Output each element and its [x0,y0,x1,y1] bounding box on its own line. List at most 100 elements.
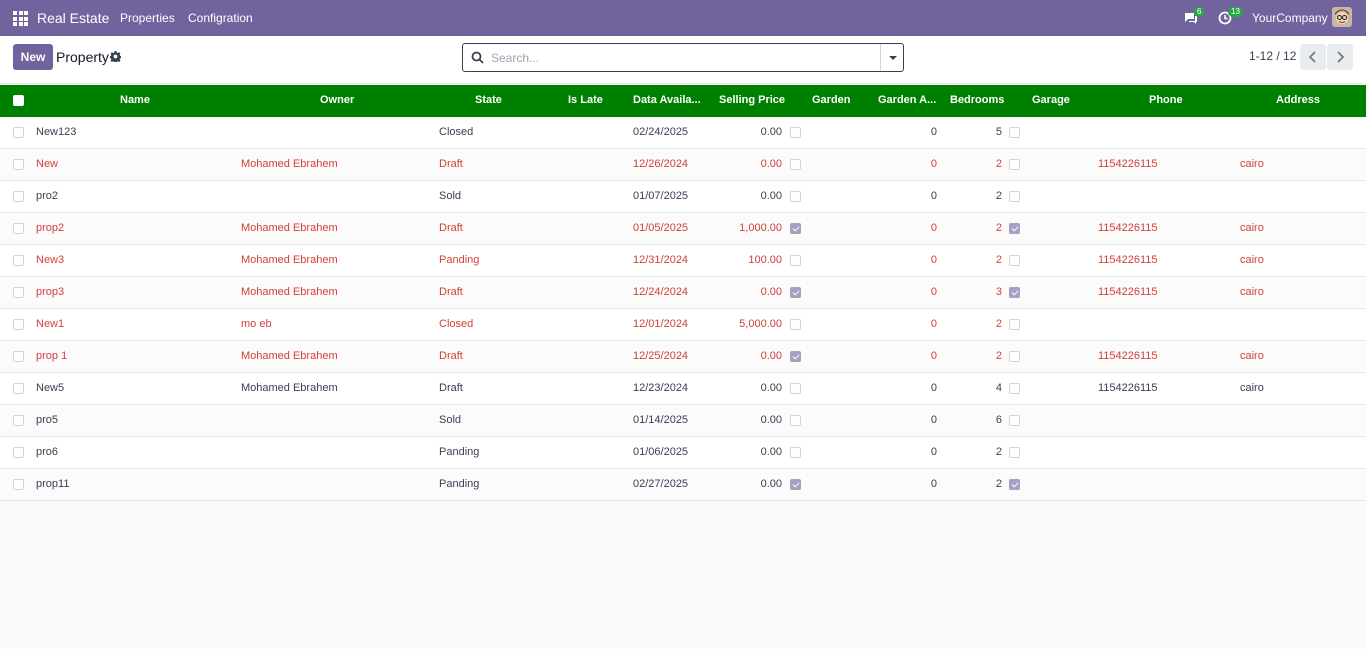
menu-item-configration[interactable]: Configration [188,11,253,25]
pager-value[interactable]: 1-12 / 12 [1249,49,1296,63]
row-select-checkbox[interactable] [13,223,24,234]
column-header-owner[interactable]: Owner [320,94,354,106]
row-select-checkbox[interactable] [13,415,24,426]
cell-date-available: 12/26/2024 [633,158,689,170]
search-options-toggle[interactable] [880,44,903,71]
cell-garden-area: 0 [930,158,937,170]
new-button[interactable]: New [13,44,53,70]
column-header-address[interactable]: Address [1276,94,1320,106]
garden-checkbox [790,415,801,426]
cell-name: prop2 [36,222,65,234]
table-row[interactable]: pro6 Panding 01/06/2025 0.00 0 2 [0,437,1366,469]
messages-icon[interactable]: 6 [1184,7,1205,25]
cell-selling-price: 0.00 [760,190,782,202]
cell-state: Closed [439,318,474,330]
cell-owner: Mohamed Ebrahem [241,158,338,170]
column-header-name[interactable]: Name [120,94,150,106]
cell-garden-area: 0 [930,446,937,458]
garden-checkbox [790,447,801,458]
cell-selling-price: 0.00 [760,414,782,426]
table-row[interactable]: prop3 Mohamed Ebrahem Draft 12/24/2024 11542… [0,277,1366,309]
menu-item-properties[interactable]: Properties [120,11,175,25]
cell-address: cairo [1240,382,1264,394]
control-panel: New Property 1-12 / 12 [0,36,1366,84]
pager-next-button[interactable] [1327,44,1353,70]
garage-checkbox [1009,319,1020,330]
row-select-checkbox[interactable] [13,191,24,202]
select-all-checkbox[interactable] [13,95,24,106]
cell-phone: 1154226115 [1098,286,1158,298]
cell-state: Draft [439,350,463,362]
cell-state: Draft [439,382,463,394]
cell-selling-price: 0.00 [760,478,782,490]
cell-name: New [36,158,59,170]
table-row[interactable]: New123 Closed 02/24/2025 0.00 0 5 [0,117,1366,149]
table-row[interactable]: pro2 Sold 01/07/2025 0.00 0 2 [0,181,1366,213]
cell-bedrooms: 2 [995,478,1002,490]
garage-checkbox [1009,447,1020,458]
cell-state: Draft [439,222,463,234]
table-row[interactable]: prop11 Panding 02/27/2025 0.00 0 2 [0,469,1366,501]
table-row[interactable]: New Mohamed Ebrahem Draft 12/26/2024 1154226… [0,149,1366,181]
cell-bedrooms: 2 [995,446,1002,458]
cell-state: Closed [439,126,474,138]
company-switcher[interactable]: YourCompany [1252,11,1328,25]
row-select-checkbox[interactable] [13,255,24,266]
cell-owner: Mohamed Ebrahem [241,254,338,266]
column-header-phone[interactable]: Phone [1149,94,1183,106]
pager-previous-button[interactable] [1300,44,1326,70]
cell-bedrooms: 2 [995,350,1002,362]
cell-selling-price: 0.00 [760,446,782,458]
row-select-checkbox[interactable] [13,447,24,458]
garage-checkbox [1009,351,1020,362]
cell-phone: 1154226115 [1098,382,1158,394]
cell-selling-price: 0.00 [760,126,782,138]
row-select-checkbox[interactable] [13,127,24,138]
column-header-bedrooms[interactable]: Bedrooms [950,94,1004,106]
app-brand[interactable]: Real Estate [37,10,109,26]
cell-bedrooms: 3 [995,286,1002,298]
table-row[interactable]: prop 1 Mohamed Ebrahem Draft 12/25/2024 1154… [0,341,1366,373]
cell-name: pro6 [36,446,59,458]
cell-bedrooms: 2 [995,158,1002,170]
cell-owner: Mohamed Ebrahem [241,382,338,394]
cell-address: cairo [1240,158,1264,170]
column-header-selling-price[interactable]: Selling Price [719,94,785,106]
cell-bedrooms: 2 [995,222,1002,234]
cell-name: prop11 [36,478,70,490]
user-avatar[interactable] [1332,7,1352,27]
table-row[interactable]: prop2 Mohamed Ebrahem Draft 01/05/2025 11542… [0,213,1366,245]
row-select-checkbox[interactable] [13,351,24,362]
cell-owner: Mohamed Ebrahem [241,222,338,234]
apps-grid-icon[interactable] [13,11,28,26]
column-header-date-available[interactable]: Data Availa... [633,94,701,106]
cell-state: Panding [439,478,480,490]
column-header-garden-area[interactable]: Garden A... [878,94,936,106]
cell-selling-price: 100.00 [748,254,782,266]
cell-selling-price: 1,000.00 [739,222,782,234]
activities-icon[interactable]: 13 [1218,7,1243,25]
row-select-checkbox[interactable] [13,479,24,490]
row-select-checkbox[interactable] [13,159,24,170]
cell-garden-area: 0 [930,318,937,330]
cell-state: Panding [439,254,480,266]
garage-checkbox [1009,191,1020,202]
garden-checkbox [790,223,801,234]
row-select-checkbox[interactable] [13,383,24,394]
row-select-checkbox[interactable] [13,287,24,298]
table-header: Name Owner State Is Late Data Availa... … [0,85,1366,117]
column-header-state[interactable]: State [475,94,502,106]
table-row[interactable]: New1 mo eb Closed 12/01/2024 5,000.00 0 2 [0,309,1366,341]
cell-garden-area: 0 [930,286,937,298]
cell-name: prop3 [36,286,65,298]
row-select-checkbox[interactable] [13,319,24,330]
column-header-is-late[interactable]: Is Late [568,94,603,106]
gear-icon[interactable] [109,50,122,64]
table-row[interactable]: New5 Mohamed Ebrahem Draft 12/23/2024 115422… [0,373,1366,405]
search-bar [462,43,904,72]
column-header-garden[interactable]: Garden [812,94,851,106]
table-row[interactable]: New3 Mohamed Ebrahem Panding 12/31/2024 1154… [0,245,1366,277]
search-input[interactable] [491,48,871,68]
table-row[interactable]: pro5 Sold 01/14/2025 0.00 0 6 [0,405,1366,437]
column-header-garage[interactable]: Garage [1032,94,1070,106]
